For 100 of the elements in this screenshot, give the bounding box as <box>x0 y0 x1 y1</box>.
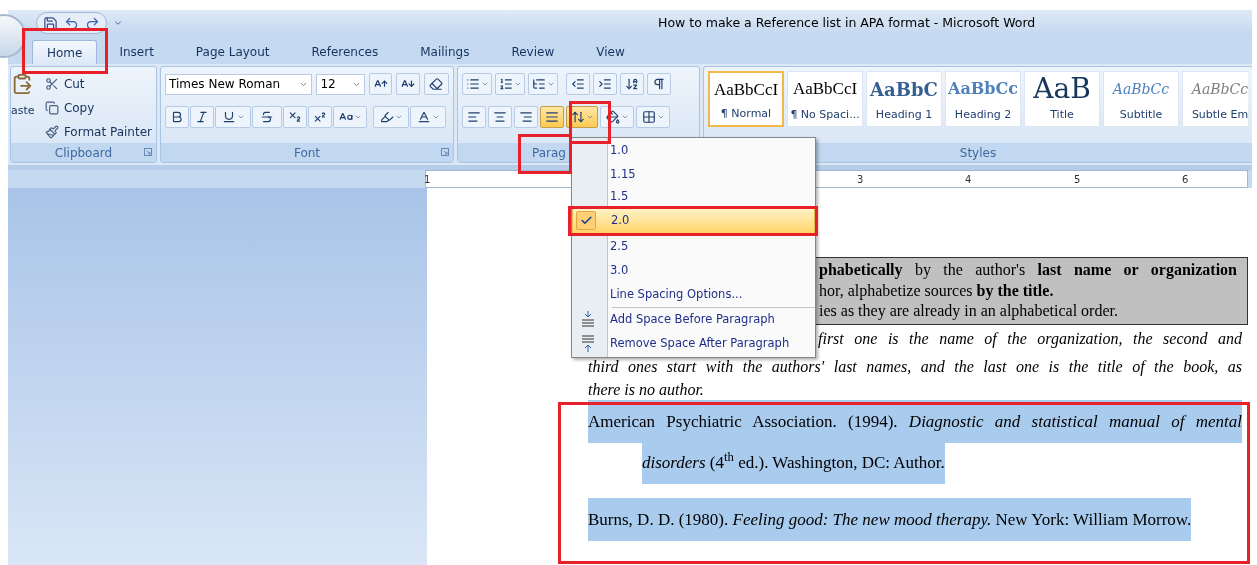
ruler-number: 6 <box>1182 173 1189 187</box>
borders-button[interactable] <box>636 106 670 128</box>
italic-button[interactable] <box>190 106 214 128</box>
sort-icon <box>625 77 639 91</box>
superscript-icon <box>313 110 327 124</box>
style-preview: AaB <box>1033 75 1091 103</box>
paste-icon[interactable] <box>11 73 33 95</box>
align-icon <box>467 110 481 124</box>
change-case-button[interactable] <box>333 106 367 128</box>
menu-item[interactable]: Line Spacing Options... <box>572 283 815 307</box>
caret-icon <box>353 113 362 121</box>
style-tile[interactable]: AaBbCc Subtle Em <box>1182 71 1248 127</box>
style-name: Subtle Em <box>1191 106 1248 123</box>
group-label: Parag <box>532 144 566 162</box>
menu-item[interactable]: Remove Space After Paragraph <box>572 332 815 356</box>
menu-item[interactable]: 3.0 <box>572 259 815 283</box>
show-marks-icon <box>652 77 666 91</box>
ruler-number: 4 <box>965 173 972 187</box>
ruler-number: 3 <box>857 173 864 187</box>
clipboard-command[interactable]: Cut <box>44 73 152 94</box>
style-tile[interactable]: AaBbCc Heading 2 <box>945 71 1021 127</box>
caret-icon <box>394 113 403 121</box>
group-label: Clipboard <box>54 144 113 162</box>
menu-item[interactable]: Add Space Before Paragraph <box>572 308 815 332</box>
align-button[interactable] <box>462 106 486 128</box>
increase-indent-button[interactable] <box>593 73 617 95</box>
scissors-icon <box>44 76 59 91</box>
clipboard-command[interactable]: Copy <box>44 97 152 118</box>
show-marks-button[interactable] <box>647 73 671 95</box>
text-line: first one is the name of the organization, the second and <box>818 328 1242 350</box>
ruler-number: 1 <box>424 173 431 187</box>
style-name: ¶ No Spaci... <box>790 106 860 123</box>
align-button[interactable] <box>488 106 512 128</box>
strikethrough-button[interactable] <box>252 106 282 128</box>
grow-font-button[interactable] <box>369 73 393 95</box>
group-label: Styles <box>959 144 997 162</box>
paste-button[interactable]: aste <box>11 103 35 120</box>
ribbon-tab[interactable]: View <box>582 40 639 64</box>
clipboard-command[interactable]: Format Painter <box>44 121 152 142</box>
caret-icon <box>480 80 489 88</box>
multilevel-list-icon <box>531 77 546 91</box>
reference-entry: American Psychiatric Association. (1994). Diagnostic and statistical manual of mental disorders (4$^{th}$ ed.). Washington, DC: Author. <box>588 400 1242 483</box>
style-tile[interactable]: AaBbC Heading 1 <box>866 71 942 127</box>
shrink-font-button[interactable] <box>396 73 420 95</box>
style-tile[interactable]: AaBbCcI ¶ No Spaci... <box>787 71 863 127</box>
decrease-indent-icon <box>571 77 585 91</box>
subscript-icon <box>288 110 302 124</box>
bold-button[interactable] <box>165 106 189 128</box>
increase-indent-icon <box>598 77 612 91</box>
customize-toolbar-icon[interactable] <box>113 18 123 28</box>
caret-icon <box>656 113 665 121</box>
text-line: there is no author. <box>588 379 704 400</box>
undo-icon[interactable] <box>64 15 79 31</box>
align-button[interactable] <box>540 106 564 128</box>
line-spacing-button[interactable] <box>566 106 598 128</box>
style-name: Heading 2 <box>954 106 1012 123</box>
caret-icon <box>431 113 440 121</box>
sort-button[interactable] <box>620 73 644 95</box>
ribbon-tab[interactable]: Insert <box>105 40 168 64</box>
align-button[interactable] <box>514 106 538 128</box>
menu-item[interactable]: 1.5 <box>572 187 815 207</box>
menu-item[interactable]: 1.15 <box>572 163 815 187</box>
numbering-button[interactable] <box>495 73 525 95</box>
multilevel-list-button[interactable] <box>528 73 558 95</box>
style-tile[interactable]: AaBbCc Subtitle <box>1103 71 1179 127</box>
underline-button[interactable] <box>215 106 251 128</box>
text-line: ies as they are already in an alphabetical order. <box>819 301 1118 322</box>
redo-icon[interactable] <box>85 15 100 31</box>
ribbon-tab[interactable]: Home <box>32 40 98 64</box>
style-preview: AaBbCc <box>1112 79 1170 99</box>
style-tile[interactable]: AaB Title <box>1024 71 1100 127</box>
align-icon <box>519 110 533 124</box>
highlight-button[interactable] <box>373 106 409 128</box>
menu-item[interactable]: 2.5 <box>572 235 815 259</box>
font-size-field[interactable]: 12 <box>316 73 366 95</box>
style-name: ¶ Normal <box>720 105 772 122</box>
align-icon <box>545 110 559 124</box>
style-name: Heading 1 <box>875 106 933 123</box>
ribbon-tab[interactable]: References <box>297 40 393 64</box>
style-preview: AaBbCc <box>948 78 1018 100</box>
clear-formatting-button[interactable] <box>423 73 449 95</box>
ribbon-tab[interactable]: Mailings <box>406 40 484 64</box>
decrease-indent-button[interactable] <box>566 73 590 95</box>
style-tile[interactable]: AaBbCcI ¶ Normal <box>708 71 784 127</box>
copy-icon <box>44 100 59 115</box>
bullets-button[interactable] <box>462 73 492 95</box>
ruler-number: 5 <box>1074 173 1081 187</box>
ribbon-tab[interactable]: Page Layout <box>181 40 284 64</box>
menu-item[interactable]: 1.0 <box>572 139 815 163</box>
font-color-icon <box>416 110 431 124</box>
superscript-button[interactable] <box>308 106 332 128</box>
font-color-button[interactable] <box>410 106 446 128</box>
subscript-button[interactable] <box>283 106 307 128</box>
ribbon-tab[interactable]: Review <box>497 40 569 64</box>
save-icon[interactable] <box>43 15 58 31</box>
group-label: Font <box>293 144 321 162</box>
font-name-field[interactable]: Times New Roman <box>165 73 313 95</box>
bold-icon <box>170 110 184 124</box>
style-name: Title <box>1050 106 1074 123</box>
space-before-icon <box>581 311 595 329</box>
